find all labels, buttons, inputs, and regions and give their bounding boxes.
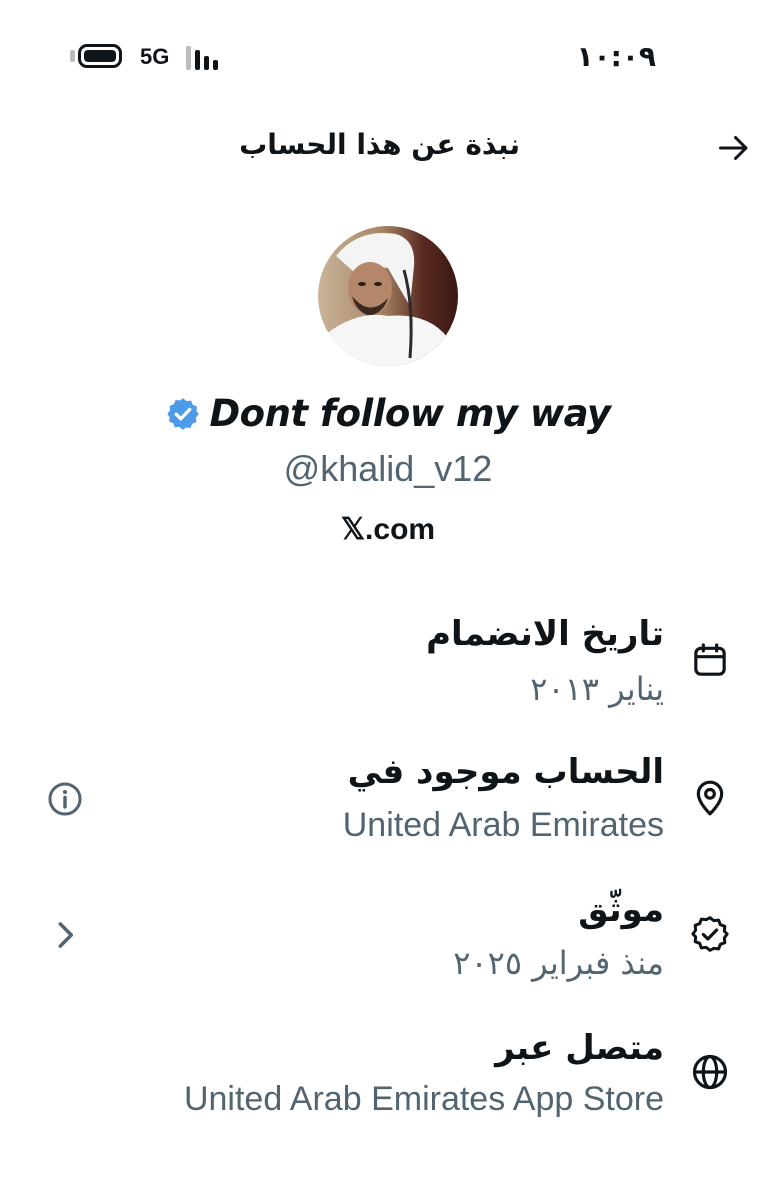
status-bar: 5G ١٠:٠٩ bbox=[0, 0, 776, 110]
site-label: 𝕏.com bbox=[340, 513, 436, 546]
chevron-right-icon[interactable] bbox=[46, 916, 84, 954]
joined-title: تاريخ الانضمام bbox=[426, 614, 664, 654]
connected-via-title: متصل عبر bbox=[495, 1028, 664, 1068]
display-name: Dont follow my way bbox=[209, 392, 611, 435]
page-title: نبذة عن هذا الحساب bbox=[239, 128, 520, 161]
battery-terminal bbox=[70, 50, 75, 62]
name-row: Dont follow my way bbox=[0, 392, 776, 435]
location-pin-icon bbox=[696, 780, 724, 816]
battery-icon bbox=[78, 44, 122, 68]
verified-badge-outline-icon bbox=[691, 916, 729, 952]
info-icon[interactable] bbox=[46, 780, 84, 818]
connected-via-value: United Arab Emirates App Store bbox=[183, 1080, 664, 1118]
signal-icon bbox=[186, 46, 226, 70]
avatar[interactable] bbox=[318, 226, 458, 366]
based-in-title: الحساب موجود في bbox=[347, 752, 664, 792]
verified-title: موثّق bbox=[578, 890, 664, 930]
clock: ١٠:٠٩ bbox=[576, 40, 656, 73]
calendar-icon bbox=[694, 643, 726, 676]
joined-value: يناير ٢٠١٣ bbox=[530, 670, 664, 708]
handle: @khalid_v12 bbox=[283, 448, 493, 489]
arrow-right-icon[interactable] bbox=[716, 130, 752, 166]
based-in-value: United Arab Emirates bbox=[342, 806, 664, 844]
globe-icon bbox=[692, 1054, 728, 1090]
verified-badge-icon bbox=[167, 397, 200, 430]
network-label: 5G bbox=[140, 44, 170, 69]
verified-value: منذ فبراير ٢٠٢٥ bbox=[453, 944, 664, 982]
